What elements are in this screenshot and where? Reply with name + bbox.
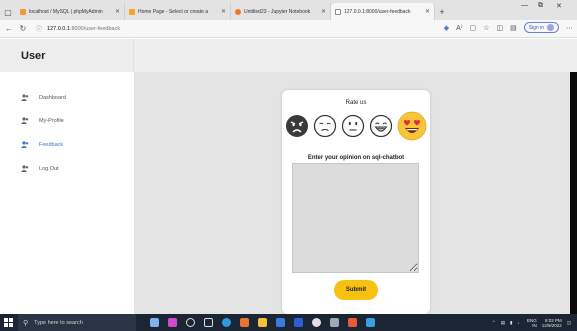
info-icon[interactable]: ⓘ bbox=[36, 24, 42, 33]
tab-home-page[interactable]: Home Page - Select or create a ✕ bbox=[125, 3, 231, 20]
restore-icon[interactable]: ⧉ bbox=[538, 2, 543, 10]
vscode-icon[interactable] bbox=[294, 318, 303, 327]
tab-actions-icon[interactable]: ▢ bbox=[0, 4, 16, 20]
address-bar: ← ↻ ⓘ 127.0.0.1:8000/user-feedback ◆ A⁾ … bbox=[0, 20, 577, 38]
rate-us-label: Rate us bbox=[345, 100, 367, 106]
angry-face-icon[interactable] bbox=[285, 114, 309, 138]
tab-label: Home Page - Select or create a bbox=[138, 8, 209, 15]
page-favicon-icon bbox=[335, 8, 341, 15]
language-indicator[interactable]: ENG IN bbox=[527, 318, 537, 328]
teams-icon[interactable] bbox=[168, 318, 177, 327]
url-host: 127.0.0.1 bbox=[47, 25, 70, 32]
taskbar-search-field[interactable]: ⚲ Type here to search bbox=[18, 314, 136, 331]
search-icon: ⚲ bbox=[23, 319, 29, 327]
opinion-label: Enter your opinion on sql-chatbot bbox=[307, 155, 405, 161]
sidebar-item-label: Log Out bbox=[39, 165, 59, 172]
users-icon bbox=[21, 117, 29, 124]
grinning-face-icon[interactable] bbox=[369, 114, 393, 138]
clock-date: 12/9/2022 bbox=[541, 322, 562, 328]
split-screen-icon[interactable]: ◫ bbox=[496, 24, 503, 32]
refresh-icon[interactable]: ↻ bbox=[16, 24, 30, 33]
tray-chevron-icon[interactable]: ⌃ bbox=[492, 320, 496, 326]
emoji-rating bbox=[282, 111, 430, 141]
system-tray: ⌃ ▤ ▮ ♩ ENG IN 8:02 PM 12/9/2022 ◫ bbox=[492, 314, 571, 331]
tab-user-feedback[interactable]: 127.0.0.1:8000/user-feedback ✕ bbox=[331, 3, 435, 20]
sidebar: Dashboard My-Profile Feedback Log Out bbox=[0, 72, 134, 314]
app-icon[interactable] bbox=[366, 318, 375, 327]
back-icon[interactable]: ← bbox=[2, 24, 16, 33]
users-icon bbox=[21, 94, 29, 101]
users-icon bbox=[21, 165, 29, 172]
taskbar-apps bbox=[150, 318, 375, 327]
volume-icon[interactable]: ♩ bbox=[517, 320, 522, 325]
windows-taskbar: ⚲ Type here to search ⌃ ▤ ▮ ♩ ENG IN 8:0… bbox=[0, 314, 577, 331]
sidebar-item-dashboard[interactable]: Dashboard bbox=[21, 94, 66, 101]
jupyter-favicon-icon bbox=[235, 8, 241, 15]
read-aloud-icon[interactable]: A⁾ bbox=[456, 24, 462, 32]
battery-icon[interactable]: ▮ bbox=[510, 320, 512, 326]
network-icon[interactable]: ▤ bbox=[501, 320, 505, 326]
sidebar-item-feedback[interactable]: Feedback bbox=[21, 141, 63, 148]
reading-view-icon[interactable]: ▢ bbox=[470, 24, 477, 32]
close-window-icon[interactable]: ✕ bbox=[556, 2, 562, 10]
close-tab-icon[interactable]: ✕ bbox=[421, 8, 430, 15]
page-title: User bbox=[0, 39, 134, 72]
feedback-card: Rate us Enter your opinion on sql-chatbo… bbox=[282, 90, 430, 314]
sidebar-item-my-profile[interactable]: My-Profile bbox=[21, 117, 64, 124]
region-label: IN bbox=[532, 322, 537, 328]
sign-in-button[interactable]: Sign in bbox=[523, 22, 559, 33]
new-tab-icon[interactable]: + bbox=[435, 3, 449, 20]
submit-button[interactable]: Submit bbox=[334, 280, 378, 300]
task-view-icon[interactable] bbox=[204, 318, 213, 327]
neutral-face-icon[interactable] bbox=[341, 114, 365, 138]
right-edge-bar bbox=[570, 72, 577, 314]
tab-label: Untitled23 - Jupyter Notebook bbox=[244, 8, 311, 15]
notifications-icon[interactable]: ◫ bbox=[567, 320, 571, 326]
feedback-textarea[interactable] bbox=[292, 163, 419, 273]
sad-face-icon[interactable] bbox=[313, 114, 337, 138]
more-options-icon[interactable]: ⋯ bbox=[566, 24, 573, 32]
collections-icon[interactable]: ▤ bbox=[510, 24, 517, 32]
favorite-icon[interactable]: ☆ bbox=[483, 24, 489, 32]
tab-phpmyadmin[interactable]: localhost / MySQL | phpMyAdmin ✕ bbox=[16, 3, 125, 20]
extension-icon[interactable]: ◆ bbox=[444, 24, 449, 32]
clock-time: 8:02 PM bbox=[544, 317, 562, 323]
store-icon[interactable] bbox=[276, 318, 285, 327]
tab-label: 127.0.0.1:8000/user-feedback bbox=[344, 8, 411, 15]
cortana-icon[interactable] bbox=[186, 318, 195, 327]
phpmyadmin-favicon-icon bbox=[20, 8, 26, 15]
url-field[interactable]: ⓘ 127.0.0.1:8000/user-feedback bbox=[36, 24, 121, 34]
url-path: :8000/user-feedback bbox=[69, 25, 121, 32]
tab-jupyter[interactable]: Untitled23 - Jupyter Notebook ✕ bbox=[231, 3, 331, 20]
sidebar-item-label: Feedback bbox=[39, 141, 64, 148]
close-tab-icon[interactable]: ✕ bbox=[111, 8, 120, 15]
app-icon[interactable] bbox=[330, 318, 339, 327]
tab-label: localhost / MySQL | phpMyAdmin bbox=[29, 8, 103, 15]
sign-in-label: Sign in bbox=[528, 24, 544, 31]
close-tab-icon[interactable]: ✕ bbox=[317, 8, 326, 15]
home-favicon-icon bbox=[129, 8, 135, 15]
users-icon bbox=[21, 141, 29, 148]
sidebar-item-log-out[interactable]: Log Out bbox=[21, 165, 59, 172]
clock[interactable]: 8:02 PM 12/9/2022 bbox=[542, 318, 562, 328]
widgets-icon[interactable] bbox=[150, 318, 159, 327]
browser-tab-strip: ▢ localhost / MySQL | phpMyAdmin ✕ Home … bbox=[0, 0, 577, 20]
edge-icon[interactable] bbox=[222, 318, 231, 327]
jupyter-app-icon[interactable] bbox=[240, 318, 249, 327]
chrome-icon[interactable] bbox=[312, 318, 321, 327]
language-label: ENG bbox=[526, 317, 537, 323]
heart-eyes-face-icon[interactable] bbox=[397, 111, 427, 141]
file-explorer-icon[interactable] bbox=[258, 318, 267, 327]
browser-toolbar: ◆ A⁾ ▢ ☆ ◫ ▤ Sign in ⋯ bbox=[444, 22, 573, 33]
windows-start-icon[interactable] bbox=[0, 314, 16, 331]
sidebar-item-label: My-Profile bbox=[39, 117, 64, 124]
close-tab-icon[interactable]: ✕ bbox=[217, 8, 226, 15]
avatar-icon bbox=[547, 24, 554, 31]
search-placeholder: Type here to search bbox=[34, 319, 83, 326]
minimize-icon[interactable]: — bbox=[521, 2, 528, 9]
app-icon[interactable] bbox=[348, 318, 357, 327]
sidebar-item-label: Dashboard bbox=[39, 94, 66, 101]
